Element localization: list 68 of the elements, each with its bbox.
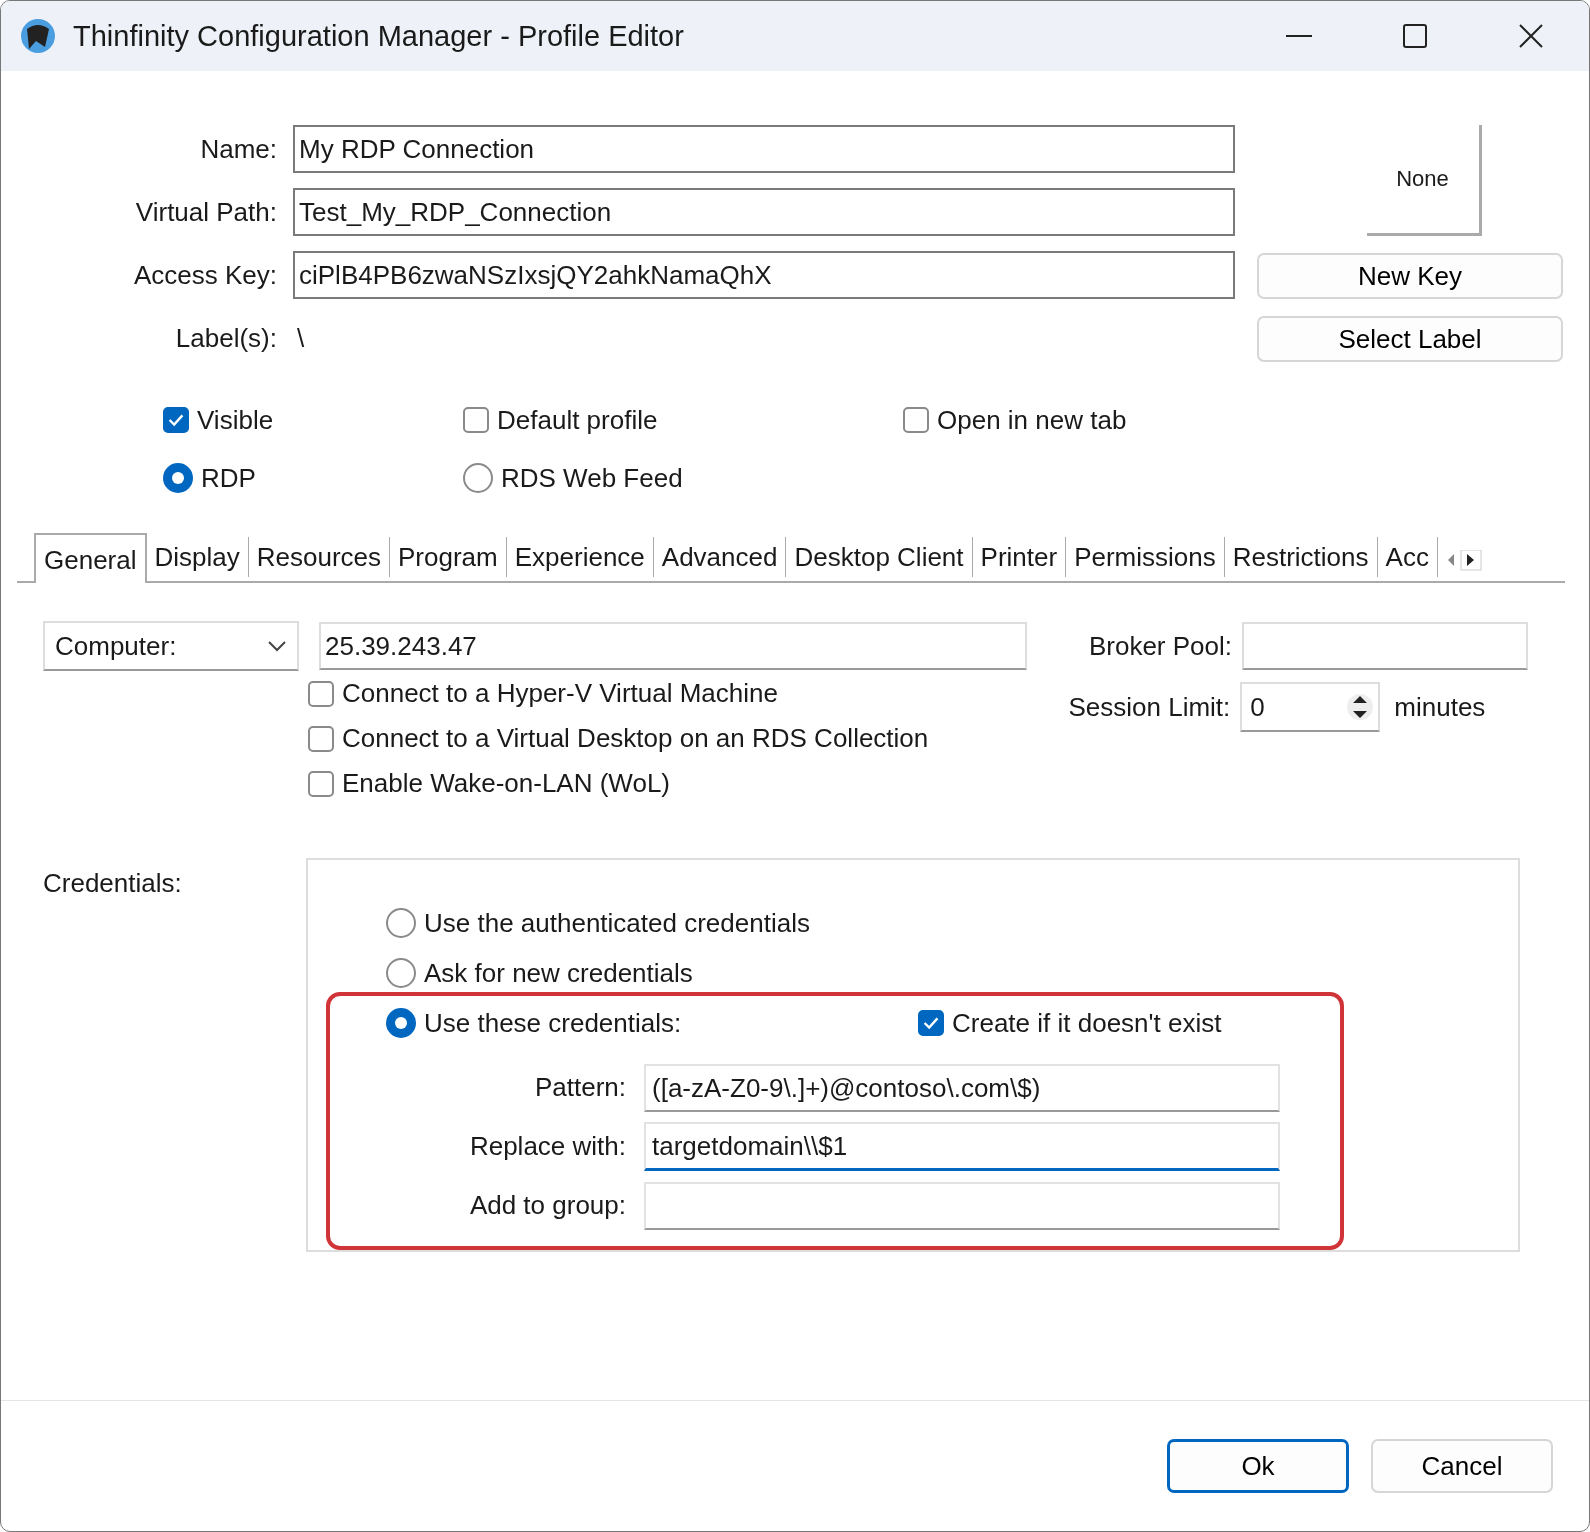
field-label: Access Key: (132, 259, 278, 292)
radio-button[interactable] (463, 463, 493, 493)
radio-label[interactable]: Ask for new credentials (424, 957, 693, 989)
address-field[interactable]: 25.39.243.47 (319, 622, 1027, 670)
checkbox-label[interactable]: Open in new tab (937, 404, 1127, 436)
minimize-icon (1286, 34, 1312, 38)
session-limit-field[interactable]: 0 (1240, 682, 1381, 732)
tab[interactable]: Permissions (1066, 537, 1225, 577)
field-label: Name: (199, 133, 278, 166)
radio-label[interactable]: Use the authenticated credentials (424, 907, 810, 939)
checkbox[interactable] (463, 407, 489, 433)
text-field[interactable]: ciPlB4PB6zwaNSzIxsjQY2ahkNamaQhX (293, 251, 1235, 299)
new-key-button[interactable]: New Key (1257, 253, 1563, 299)
tab[interactable]: Restrictions (1224, 537, 1378, 577)
tab[interactable]: Advanced (653, 537, 787, 577)
text-field[interactable]: targetdomain\\$1 (644, 1122, 1280, 1171)
credentials-label: Credentials: (43, 867, 183, 900)
tab[interactable]: Acc (1377, 537, 1438, 577)
globe-icon (19, 17, 57, 55)
radio-button[interactable] (163, 463, 193, 493)
icon-preview[interactable]: None (1366, 125, 1482, 236)
tab[interactable]: Experience (506, 537, 654, 577)
target-dropdown[interactable]: Computer: (43, 621, 299, 671)
checkbox[interactable] (903, 407, 929, 433)
close-icon (1518, 23, 1544, 49)
tab[interactable]: Display (146, 537, 249, 577)
broker-pool-label: Broker Pool: (1087, 630, 1233, 662)
window-title: Thinfinity Configuration Manager - Profile Editor (73, 19, 685, 53)
field-label: Add to group: (468, 1190, 627, 1221)
text-field[interactable] (644, 1181, 1280, 1230)
radio-label[interactable]: Use these credentials: (424, 1007, 682, 1039)
text-field[interactable]: ([a-zA-Z0-9\.]+)@contoso\.com\$) (644, 1063, 1280, 1112)
field-label: Pattern: (533, 1072, 627, 1103)
cancel-button[interactable]: Cancel (1371, 1439, 1553, 1493)
tab[interactable]: Printer (972, 537, 1067, 577)
unit-label: minutes (1394, 691, 1486, 723)
broker-pool-field[interactable] (1242, 622, 1528, 670)
radio-button[interactable] (386, 958, 416, 988)
ok-button[interactable]: Ok (1167, 1439, 1349, 1493)
checkbox-label[interactable]: Connect to a Hyper-V Virtual Machine (342, 678, 778, 709)
text-field[interactable]: Test_My_RDP_Connection (293, 188, 1235, 236)
radio-label[interactable]: RDS Web Feed (501, 462, 683, 494)
tab[interactable]: Resources (248, 537, 391, 577)
checkbox[interactable] (163, 407, 189, 433)
checkbox-label[interactable]: Connect to a Virtual Desktop on an RDS Collection (342, 723, 929, 754)
session-limit-label: Session Limit: (1067, 691, 1232, 723)
tab[interactable]: General (34, 533, 147, 583)
tab[interactable]: Desktop Client (786, 537, 973, 577)
tab[interactable]: Program (390, 537, 507, 577)
checkbox[interactable] (918, 1010, 944, 1036)
checkbox[interactable] (308, 725, 334, 752)
select-label-button[interactable]: Select Label (1257, 316, 1563, 362)
field-label: Label(s): (174, 322, 278, 355)
field-label: Virtual Path: (134, 196, 278, 229)
checkbox-label[interactable]: Enable Wake-on-LAN (WoL) (342, 768, 671, 799)
radio-button[interactable] (386, 1008, 416, 1038)
labels-value: \ (296, 322, 306, 355)
radio-label[interactable]: RDP (201, 462, 256, 494)
checkbox-label[interactable]: Create if it doesn't exist (952, 1007, 1222, 1039)
text-field[interactable]: My RDP Connection (293, 125, 1235, 173)
checkbox-label[interactable]: Visible (197, 404, 274, 436)
radio-button[interactable] (386, 908, 416, 938)
checkbox[interactable] (308, 680, 334, 707)
checkbox-label[interactable]: Default profile (497, 404, 658, 436)
chevron-down-icon (267, 639, 287, 653)
maximize-icon (1402, 23, 1428, 49)
field-label: Replace with: (468, 1131, 627, 1162)
checkbox[interactable] (308, 770, 334, 797)
